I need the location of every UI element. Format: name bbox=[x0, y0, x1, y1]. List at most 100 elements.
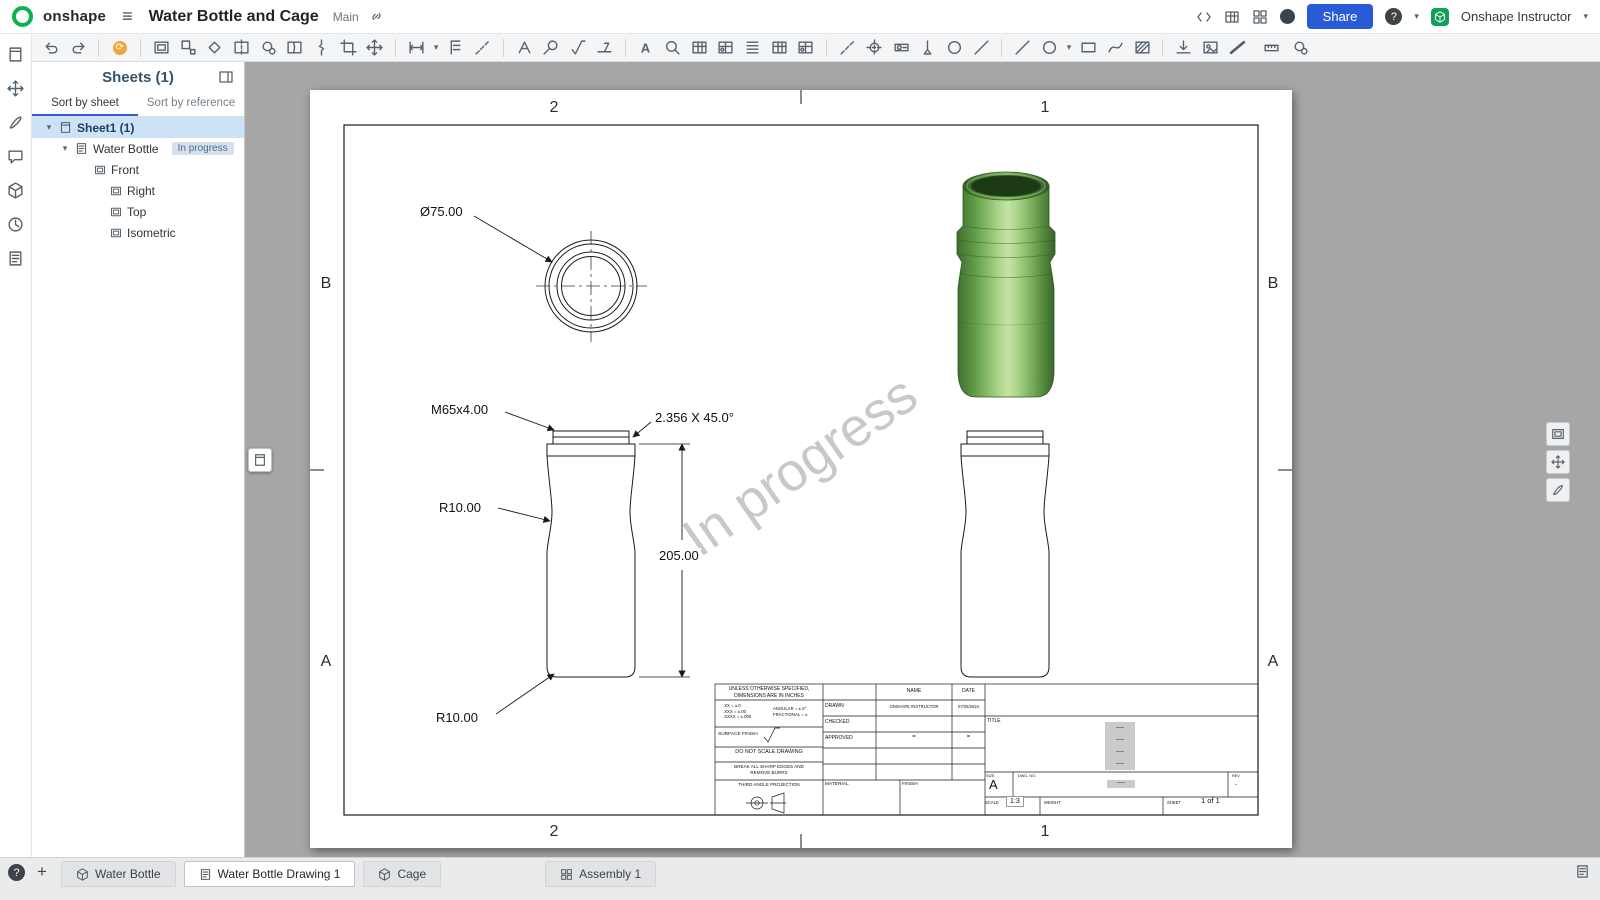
dimension-radius-upper[interactable]: R10.00 bbox=[439, 500, 481, 515]
sketch-line-button[interactable] bbox=[1013, 37, 1032, 58]
dimension-height[interactable]: 205.00 bbox=[657, 548, 701, 563]
share-link-icon[interactable] bbox=[369, 9, 384, 24]
onshape-logo-icon[interactable] bbox=[12, 6, 33, 27]
undo-button[interactable] bbox=[42, 37, 61, 58]
properties-panel-icon[interactable] bbox=[6, 248, 25, 269]
hole-table-button[interactable] bbox=[717, 37, 736, 58]
weld-symbol-button[interactable] bbox=[595, 37, 614, 58]
drawing-canvas[interactable]: 2 1 2 1 B A B A In progress Ø75.00 M65x4… bbox=[245, 62, 1600, 857]
sketch-rectangle-button[interactable] bbox=[1079, 37, 1098, 58]
pan-tool[interactable] bbox=[1546, 450, 1570, 474]
chevron-down-icon[interactable]: ▾ bbox=[60, 143, 70, 154]
leader-button[interactable] bbox=[972, 37, 991, 58]
tab-sort-by-sheet[interactable]: Sort by sheet bbox=[32, 92, 138, 116]
view-display-tool[interactable] bbox=[1546, 422, 1570, 446]
projected-view-button[interactable] bbox=[179, 37, 198, 58]
tree-item-water-bottle[interactable]: ▾ Water Bottle In progress bbox=[32, 138, 244, 159]
export-dxf-button[interactable] bbox=[1174, 37, 1193, 58]
bottom-help-button[interactable]: ? bbox=[8, 864, 25, 881]
pan-icon bbox=[1551, 455, 1565, 469]
redo-button[interactable] bbox=[69, 37, 88, 58]
cut-list-button[interactable] bbox=[797, 37, 816, 58]
share-button[interactable]: Share bbox=[1306, 4, 1374, 29]
chamfer-dimension-button[interactable] bbox=[473, 37, 492, 58]
callout-button[interactable] bbox=[541, 37, 560, 58]
tree-item-label: Sheet1 (1) bbox=[77, 120, 135, 135]
tab-water-bottle-drawing-1[interactable]: Water Bottle Drawing 1 bbox=[183, 861, 356, 887]
add-tab-button[interactable]: + bbox=[37, 862, 47, 882]
datum-button[interactable] bbox=[918, 37, 937, 58]
hole-callout-button[interactable] bbox=[945, 37, 964, 58]
text-button[interactable] bbox=[637, 37, 656, 58]
move-view-button[interactable] bbox=[366, 37, 385, 58]
hatch-button[interactable] bbox=[1133, 37, 1152, 58]
tb-scale-value[interactable]: 1:3 bbox=[1006, 796, 1024, 808]
update-views-button[interactable]: ⟳ bbox=[110, 37, 129, 58]
sheets-panel-icon[interactable] bbox=[6, 44, 25, 65]
chevron-down-icon[interactable]: ▾ bbox=[44, 122, 54, 133]
user-avatar[interactable] bbox=[1430, 7, 1449, 26]
geometric-tolerance-button[interactable] bbox=[892, 37, 911, 58]
sheet-flyout-button[interactable] bbox=[248, 448, 272, 472]
move-tool-icon[interactable] bbox=[6, 78, 25, 99]
circle-caret-icon[interactable]: ▾ bbox=[1067, 42, 1072, 53]
insert-image-button[interactable] bbox=[1201, 37, 1220, 58]
auxiliary-view-button[interactable] bbox=[205, 37, 224, 58]
tree-item-sheet1[interactable]: ▾ Sheet1 (1) bbox=[32, 117, 244, 138]
dock-panel-icon[interactable] bbox=[218, 69, 234, 88]
styles-panel-icon[interactable] bbox=[6, 112, 25, 133]
help-button[interactable]: ? bbox=[1385, 8, 1403, 25]
dimension-diameter[interactable]: Ø75.00 bbox=[420, 204, 463, 219]
broken-view-button[interactable] bbox=[285, 37, 304, 58]
history-panel-icon[interactable] bbox=[6, 214, 25, 235]
bom-table-button[interactable] bbox=[743, 37, 762, 58]
dimension-button[interactable] bbox=[407, 37, 426, 58]
tree-item-view-right[interactable]: Right bbox=[32, 180, 244, 201]
dimension-caret-icon[interactable]: ▾ bbox=[434, 42, 439, 53]
measure-button[interactable] bbox=[1263, 37, 1282, 58]
notifications-icon[interactable] bbox=[1279, 9, 1295, 24]
insert-view-button[interactable] bbox=[152, 37, 171, 58]
comments-panel-icon[interactable] bbox=[6, 146, 25, 167]
sketch-circle-button[interactable] bbox=[1040, 37, 1059, 58]
ordinate-dimension-button[interactable] bbox=[446, 37, 465, 58]
detail-view-button[interactable] bbox=[259, 37, 278, 58]
workspaces-icon[interactable] bbox=[1252, 9, 1268, 25]
centerline-button[interactable] bbox=[838, 37, 857, 58]
sketch-spline-button[interactable] bbox=[1106, 37, 1125, 58]
tab-manager-button[interactable] bbox=[1573, 861, 1592, 882]
tree-item-view-front[interactable]: Front bbox=[32, 159, 244, 180]
crop-view-button[interactable] bbox=[339, 37, 358, 58]
line-format-button[interactable] bbox=[1228, 37, 1247, 58]
note-button[interactable] bbox=[515, 37, 534, 58]
user-name[interactable]: Onshape Instructor bbox=[1461, 9, 1572, 24]
dimension-chamfer[interactable]: 2.356 X 45.0° bbox=[655, 410, 734, 425]
center-mark-button[interactable] bbox=[865, 37, 884, 58]
section-properties-button[interactable] bbox=[1291, 37, 1310, 58]
tab-cage[interactable]: Cage bbox=[363, 861, 442, 887]
tree-item-view-isometric[interactable]: Isometric bbox=[32, 222, 244, 243]
table-button[interactable] bbox=[690, 37, 709, 58]
find-annotation-button[interactable] bbox=[663, 37, 682, 58]
document-menu-icon[interactable]: ≡ bbox=[122, 6, 133, 27]
user-caret-icon[interactable]: ▾ bbox=[1583, 11, 1588, 22]
tree-item-view-top[interactable]: Top bbox=[32, 201, 244, 222]
help-caret-icon[interactable]: ▾ bbox=[1414, 11, 1419, 22]
zone-label-top-2: 2 bbox=[549, 99, 559, 116]
tab-assembly-1[interactable]: Assembly 1 bbox=[545, 861, 657, 887]
app-store-icon[interactable] bbox=[1224, 9, 1240, 25]
workspace-name[interactable]: Main bbox=[333, 10, 359, 24]
tab-sort-by-reference[interactable]: Sort by reference bbox=[138, 92, 244, 116]
edit-tool[interactable] bbox=[1546, 478, 1570, 502]
dimension-thread[interactable]: M65x4.00 bbox=[431, 402, 488, 417]
break-line-button[interactable] bbox=[312, 37, 331, 58]
surface-finish-button[interactable] bbox=[568, 37, 587, 58]
revision-table-button[interactable] bbox=[770, 37, 789, 58]
dimension-radius-lower[interactable]: R10.00 bbox=[436, 710, 478, 725]
feature-script-icon[interactable] bbox=[1196, 9, 1212, 25]
onshape-logo-text[interactable]: onshape bbox=[43, 8, 106, 25]
parts-panel-icon[interactable] bbox=[6, 180, 25, 201]
section-view-button[interactable] bbox=[232, 37, 251, 58]
tab-water-bottle[interactable]: Water Bottle bbox=[60, 861, 176, 887]
drawing-sheet[interactable]: 2 1 2 1 B A B A In progress Ø75.00 M65x4… bbox=[310, 90, 1292, 848]
